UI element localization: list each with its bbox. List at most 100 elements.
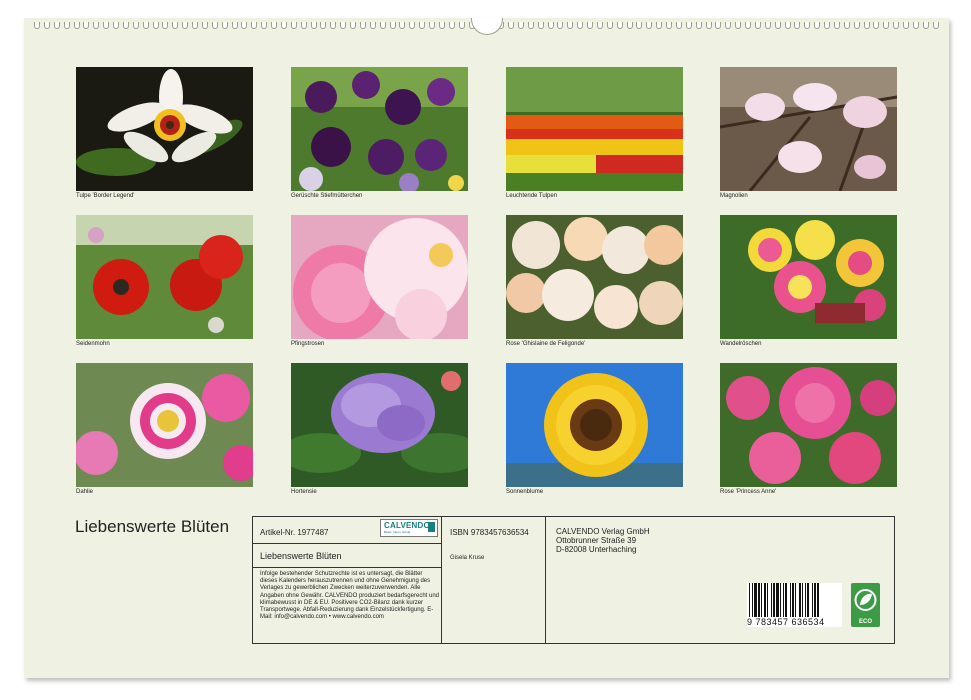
article-number: Artikel-Nr. 1977487 (260, 528, 329, 537)
photo-tile: Wandelröschen (720, 215, 897, 347)
photo-tile: Tulpe 'Border Legend' (76, 67, 253, 199)
photo-lantana (720, 215, 897, 339)
binding-ring (745, 22, 751, 29)
binding-ring (784, 22, 791, 29)
binding-ring (567, 22, 574, 29)
binding-ring (458, 22, 465, 29)
binding-ring (103, 22, 110, 29)
legal-notice: Infolge bestehender Schutzrechte ist es … (260, 571, 439, 621)
product-title: Liebenswerte Blüten (260, 551, 342, 561)
photo-caption: Seidenmohn (76, 341, 110, 347)
binding-ring (794, 22, 801, 29)
binding-ring (695, 22, 702, 29)
binding-ring (53, 22, 60, 29)
photo-tulip (76, 67, 253, 191)
binding-ring (350, 22, 356, 29)
calvendo-logo: CALVENDO Bilder. Ideen. Erfolg. (380, 519, 438, 537)
photo-roses-peach (506, 215, 683, 339)
binding-ring (409, 22, 416, 29)
binding-ring (873, 22, 880, 29)
binding-ring (132, 22, 139, 29)
photo-magnolia (720, 67, 897, 191)
binding-ring (587, 22, 593, 29)
binding-ring (666, 22, 672, 29)
photo-peonies (291, 215, 468, 339)
binding-ring (142, 22, 149, 29)
binding-ring (774, 22, 781, 29)
binding-ring (300, 22, 307, 29)
binding-ring (271, 22, 277, 29)
binding-ring (389, 22, 396, 29)
binding-ring (63, 22, 70, 29)
calendar-title: Liebenswerte Blüten (75, 517, 230, 536)
binding-ring (883, 22, 890, 29)
binding-ring (172, 22, 179, 29)
photo-roses-pink (720, 363, 897, 487)
binding-ring (636, 22, 643, 29)
photo-tile: Sonnenblume (506, 363, 683, 495)
binding-ring (330, 22, 337, 29)
binding-ring (379, 22, 386, 29)
photo-tulip-field (506, 67, 683, 191)
photo-caption: Rose 'Ghislaine de Feligonde' (506, 341, 586, 347)
binding-ring (833, 22, 840, 29)
photo-tile: Rose 'Princess Anne' (720, 363, 897, 495)
binding-ring (429, 22, 435, 29)
binding-ring (508, 22, 514, 29)
photo-caption: Magnolien (720, 193, 748, 199)
binding-ring (656, 22, 663, 29)
binding-ring (616, 22, 623, 29)
binding-ring (705, 22, 712, 29)
photo-caption: Gerüschte Stiefmütterchen (291, 193, 363, 199)
binding-ring (221, 22, 228, 29)
publisher-city: D-82008 Unterhaching (556, 545, 637, 554)
binding-ring (152, 22, 159, 29)
barcode-number: 9 783457 636534 (747, 617, 825, 627)
photo-caption: Leuchtende Tulpen (506, 193, 558, 199)
binding-ring (369, 22, 376, 29)
binding-ring (557, 22, 564, 29)
photo-tile: Magnolien (720, 67, 897, 199)
hanger-hook (471, 18, 503, 35)
photo-sunflower (506, 363, 683, 487)
photo-tile: Gerüschte Stiefmütterchen (291, 67, 468, 199)
product-info-box: Artikel-Nr. 1977487 CALVENDO Bilder. Ide… (252, 516, 895, 644)
binding-ring (577, 22, 584, 29)
binding-ring (448, 22, 455, 29)
photo-caption: Wandelröschen (720, 341, 762, 347)
binding-ring (626, 22, 633, 29)
photo-caption: Tulpe 'Border Legend' (76, 193, 135, 199)
photo-dahlia (76, 363, 253, 487)
photo-tile: Seidenmohn (76, 215, 253, 347)
binding-ring (843, 22, 850, 29)
binding-ring (517, 22, 524, 29)
photo-tile: Pfingstrosen (291, 215, 468, 347)
binding-ring (162, 22, 169, 29)
binding-ring (290, 22, 297, 29)
binding-ring (596, 22, 603, 29)
photo-caption: Rose 'Princess Anne' (720, 489, 777, 495)
binding-ring (251, 22, 258, 29)
binding-ring (113, 22, 119, 29)
publisher-name: CALVENDO Verlag GmbH (556, 527, 650, 536)
binding-ring (419, 22, 426, 29)
binding-ring (715, 22, 722, 29)
binding-ring (320, 22, 327, 29)
binding-ring (231, 22, 238, 29)
binding-ring (912, 22, 919, 29)
binding-ring (903, 22, 909, 29)
binding-ring (340, 22, 347, 29)
binding-ring (804, 22, 811, 29)
photo-hydrangea (291, 363, 468, 487)
binding-ring (893, 22, 900, 29)
photo-caption: Hortensie (291, 489, 317, 495)
binding-ring (853, 22, 860, 29)
photo-pansies (291, 67, 468, 191)
binding-ring (675, 22, 682, 29)
publisher-street: Ottobrunner Straße 39 (556, 536, 637, 545)
binding-ring (261, 22, 268, 29)
photo-caption: Pfingstrosen (291, 341, 325, 347)
binding-ring (310, 22, 317, 29)
photo-poppies (76, 215, 253, 339)
binding-ring (754, 22, 761, 29)
